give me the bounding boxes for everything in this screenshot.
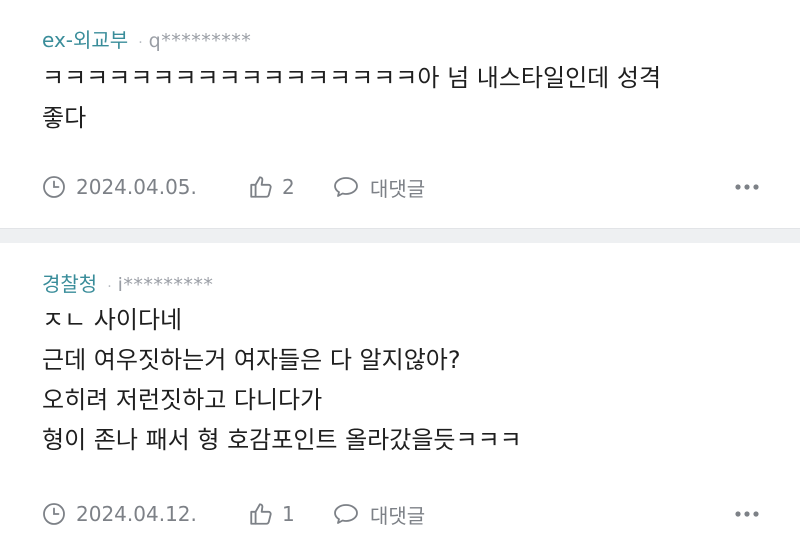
clock-icon — [43, 503, 65, 525]
comment-line: ㅋㅋㅋㅋㅋㅋㅋㅋㅋㅋㅋㅋㅋㅋㅋㅋㅋ아 넘 내스타일인데 성격 — [42, 64, 662, 92]
like-button[interactable]: 2 — [248, 174, 332, 200]
thumbs-up-icon — [250, 176, 272, 198]
comment-line: 오히려 저런짓하고 다니다가 — [42, 386, 323, 414]
comment-item: 경찰청 · i********* ㅈㄴ 사이다네 근데 여우짓하는거 여자들은 … — [0, 242, 800, 548]
clock-icon — [43, 176, 65, 198]
speech-bubble-icon — [334, 177, 358, 197]
date-text: 2024.04.05. — [76, 175, 197, 199]
author-nickname[interactable]: 경찰청 — [42, 268, 97, 297]
comment-body: ㅋㅋㅋㅋㅋㅋㅋㅋㅋㅋㅋㅋㅋㅋㅋㅋㅋ아 넘 내스타일인데 성격 좋다 — [42, 58, 782, 138]
reply-button[interactable]: 대댓글 — [332, 173, 425, 202]
thumbs-up-icon — [250, 503, 272, 525]
reply-button[interactable]: 대댓글 — [332, 500, 425, 529]
reply-label: 대댓글 — [370, 176, 426, 201]
author-id: i********* — [117, 274, 214, 296]
comment-actions: 2024.04.12. 1 대댓글 — [42, 499, 760, 529]
comment-header: ex-외교부 · q********* — [42, 24, 251, 53]
more-dots-icon — [735, 184, 759, 190]
more-options-button[interactable] — [734, 174, 760, 200]
comment-header: 경찰청 · i********* — [42, 268, 213, 297]
comment-body: ㅈㄴ 사이다네 근데 여우짓하는거 여자들은 다 알지않아? 오히려 저런짓하고… — [42, 300, 782, 460]
comment-date: 2024.04.12. — [42, 502, 248, 526]
comment-date: 2024.04.05. — [42, 175, 248, 199]
reply-label: 대댓글 — [370, 503, 426, 528]
comment-line: 좋다 — [42, 104, 87, 132]
speech-bubble-icon — [334, 504, 358, 524]
comment-line: 근데 여우짓하는거 여자들은 다 알지않아? — [42, 346, 461, 374]
comment-item: ex-외교부 · q********* ㅋㅋㅋㅋㅋㅋㅋㅋㅋㅋㅋㅋㅋㅋㅋㅋㅋ아 넘… — [0, 0, 800, 228]
like-count: 2 — [282, 175, 295, 199]
more-options-button[interactable] — [734, 501, 760, 527]
author-nickname[interactable]: ex-외교부 — [42, 24, 128, 53]
meta-separator: · — [107, 279, 112, 295]
more-dots-icon — [735, 511, 759, 517]
comment-line: 형이 존나 패서 형 호감포인트 올라갔을듯ㅋㅋㅋ — [42, 426, 522, 454]
date-text: 2024.04.12. — [76, 502, 197, 526]
comment-actions: 2024.04.05. 2 대댓글 — [42, 172, 760, 202]
comment-line: ㅈㄴ 사이다네 — [42, 306, 183, 334]
comment-divider — [0, 228, 800, 243]
meta-separator: · — [138, 35, 143, 51]
like-button[interactable]: 1 — [248, 501, 332, 527]
author-id: q********* — [148, 30, 252, 52]
like-count: 1 — [282, 502, 295, 526]
